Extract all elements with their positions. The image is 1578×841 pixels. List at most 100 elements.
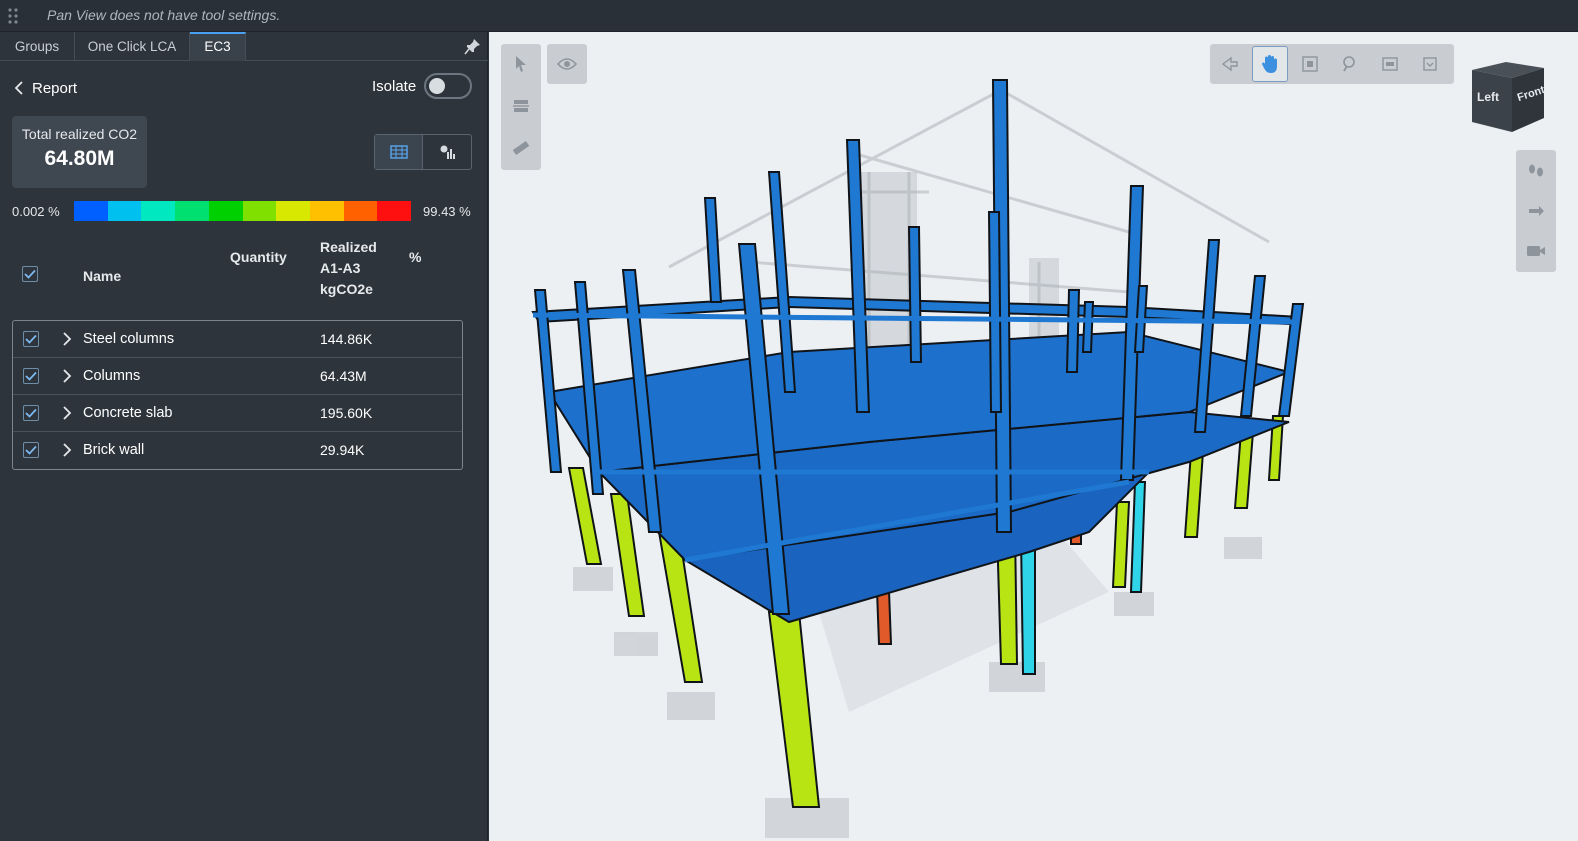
table-row[interactable]: Concrete slab 195.60K — [13, 395, 462, 432]
visibility-button[interactable] — [547, 44, 587, 84]
ruler-icon — [512, 140, 530, 156]
header-realized: Realized A1-A3 kgCO2e — [320, 237, 377, 300]
scale-min-label: 0.002 % — [12, 204, 60, 219]
row-name: Brick wall — [83, 442, 145, 458]
row-checkbox[interactable] — [23, 331, 39, 347]
drag-handle-icon[interactable] — [6, 6, 20, 26]
total-co2-card: Total realized CO2 64.80M — [12, 116, 147, 188]
fit-view-button[interactable] — [1292, 46, 1328, 82]
tab-ec3[interactable]: EC3 — [190, 32, 246, 61]
header-realized-line-3: kgCO2e — [320, 281, 373, 297]
camera-tool-strip — [1516, 150, 1556, 272]
row-checkbox[interactable] — [23, 442, 39, 458]
scale-swatch — [141, 201, 176, 221]
row-value: 195.60K — [320, 405, 373, 421]
frame-icon — [1382, 57, 1398, 71]
footprints-icon — [1529, 164, 1543, 177]
chevron-right-icon[interactable] — [61, 405, 73, 421]
cube-left-face: Left — [1477, 90, 1499, 104]
check-icon — [25, 408, 37, 418]
table-icon — [389, 145, 408, 159]
row-checkbox[interactable] — [23, 368, 39, 384]
fit-icon — [1302, 56, 1318, 72]
collapse-button[interactable] — [1412, 46, 1448, 82]
look-icon — [1529, 206, 1544, 216]
view-box-button[interactable] — [1372, 46, 1408, 82]
orbit-button[interactable] — [1212, 46, 1248, 82]
video-camera-icon — [1527, 246, 1545, 256]
model-viewport[interactable]: Left Front — [489, 32, 1578, 841]
select-all-checkbox[interactable] — [22, 266, 38, 282]
orbit-icon — [1221, 56, 1238, 72]
total-co2-label: Total realized CO2 — [21, 126, 138, 142]
table-row[interactable]: Columns 64.43M — [13, 358, 462, 395]
check-icon — [25, 445, 37, 455]
check-icon — [25, 371, 37, 381]
select-tool-button[interactable] — [501, 44, 541, 84]
scale-swatch — [242, 201, 277, 221]
section-box-icon — [513, 100, 529, 112]
scale-swatch — [74, 201, 108, 221]
color-scale — [74, 201, 412, 221]
eye-icon — [557, 58, 577, 70]
row-value: 29.94K — [320, 442, 365, 458]
collapse-icon — [1423, 57, 1437, 71]
selection-tool-strip — [501, 44, 541, 170]
chevron-left-icon — [14, 81, 23, 95]
scale-swatch — [377, 201, 412, 221]
report-back-button[interactable]: Report — [14, 77, 77, 99]
zoom-icon — [1343, 56, 1355, 72]
header-realized-line-2: A1-A3 — [320, 260, 361, 276]
look-button[interactable] — [1516, 192, 1556, 230]
walk-button[interactable] — [1516, 152, 1556, 190]
navigation-toolbar — [1210, 44, 1454, 84]
table-view-button[interactable] — [375, 135, 424, 169]
header-realized-line-1: Realized — [320, 239, 377, 255]
header-name: Name — [83, 268, 122, 284]
isolate-toggle[interactable] — [424, 73, 472, 99]
check-icon — [25, 334, 37, 344]
camera-button[interactable] — [1516, 232, 1556, 270]
hand-icon — [1262, 55, 1277, 73]
scale-swatch — [343, 201, 378, 221]
building-model[interactable] — [489, 32, 1578, 841]
scale-swatch — [309, 201, 344, 221]
tab-one-click-lca[interactable]: One Click LCA — [75, 32, 190, 61]
section-tool-button[interactable] — [501, 86, 541, 126]
ec3-table: Steel columns 144.86K Columns 64.43M Con… — [12, 320, 463, 470]
report-label: Report — [32, 79, 78, 97]
scale-swatch — [175, 201, 209, 221]
scale-swatch — [208, 201, 243, 221]
chevron-right-icon[interactable] — [61, 368, 73, 384]
table-row[interactable]: Steel columns 144.86K — [13, 321, 462, 358]
tab-groups[interactable]: Groups — [0, 32, 75, 61]
isolate-label: Isolate — [372, 78, 417, 95]
tool-settings-message: Pan View does not have tool settings. — [47, 7, 281, 23]
row-checkbox[interactable] — [23, 405, 39, 421]
measure-tool-button[interactable] — [501, 128, 541, 168]
scale-max-label: 99.43 % — [423, 204, 471, 219]
zoom-button[interactable] — [1332, 46, 1368, 82]
scale-swatch — [276, 201, 310, 221]
chart-view-button[interactable] — [423, 135, 471, 169]
total-co2-value: 64.80M — [44, 147, 115, 170]
scale-swatch — [107, 201, 142, 221]
chevron-right-icon[interactable] — [61, 442, 73, 458]
cursor-icon — [516, 56, 526, 72]
ec3-panel: Groups One Click LCA EC3 Report Isolate … — [0, 32, 488, 841]
chart-icon — [440, 145, 455, 159]
header-percent: % — [409, 249, 422, 265]
pan-button[interactable] — [1252, 46, 1288, 82]
chevron-right-icon[interactable] — [61, 331, 73, 347]
view-cube[interactable]: Left Front — [1466, 60, 1550, 134]
row-name: Concrete slab — [83, 405, 173, 421]
check-icon — [24, 269, 36, 279]
header-quantity: Quantity — [230, 249, 287, 265]
row-value: 144.86K — [320, 331, 373, 347]
pin-icon[interactable] — [464, 37, 482, 55]
row-name: Steel columns — [83, 331, 175, 347]
toggle-knob — [429, 78, 445, 94]
panel-tabs: Groups One Click LCA EC3 — [0, 32, 488, 61]
table-row[interactable]: Brick wall 29.94K — [13, 432, 462, 469]
view-mode-toggle — [374, 134, 472, 170]
